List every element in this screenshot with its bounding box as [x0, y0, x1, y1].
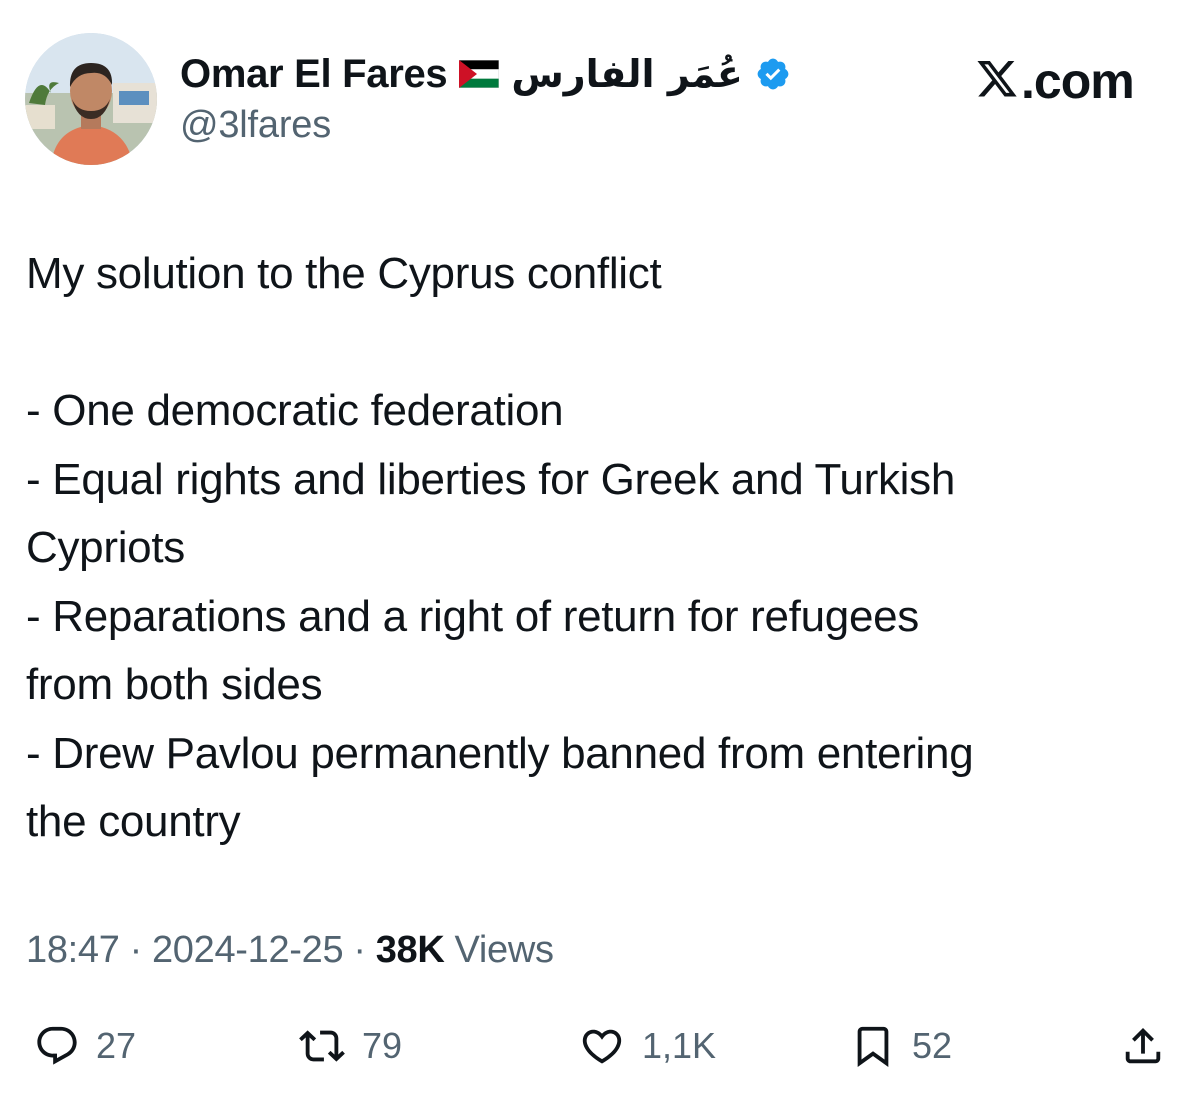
x-logo-icon — [977, 61, 1017, 97]
user-handle[interactable]: @3lfares — [180, 104, 331, 147]
reply-count: 27 — [96, 1025, 137, 1066]
tweet-line: - Equal rights and liberties for Greek a… — [26, 454, 956, 504]
retweet-count: 79 — [362, 1025, 403, 1066]
retweet-button[interactable]: 79 — [298, 1014, 402, 1078]
views-count: 38K — [375, 928, 445, 971]
tweet-date[interactable]: 2024-12-25 — [152, 929, 344, 972]
brand-domain-text: .com — [1021, 53, 1135, 109]
share-icon — [1125, 1027, 1161, 1064]
meta-separator: · — [353, 928, 366, 971]
like-button[interactable]: 1,1K — [578, 1014, 716, 1078]
tweet-time[interactable]: 18:47 — [26, 929, 120, 972]
tweet-line: My solution to the Cyprus conflict — [26, 249, 662, 298]
bookmark-icon — [857, 1026, 889, 1067]
verified-badge-icon[interactable] — [755, 56, 791, 92]
tweet-line: - Drew Pavlou permanently banned from en… — [26, 728, 974, 778]
bookmark-count: 52 — [912, 1025, 953, 1066]
x-brand: .com — [975, 52, 1135, 110]
reply-button[interactable]: 27 — [34, 1014, 136, 1078]
palestine-flag-icon — [459, 60, 500, 88]
tweet-meta: 18:47 · 2024-12-25 · 38K Views — [26, 924, 554, 976]
arabic-name: عُمَر الفارس — [511, 52, 743, 96]
tweet-line: Cypriots — [26, 523, 185, 572]
share-button[interactable] — [1120, 1014, 1166, 1078]
tweet-line: - Reparations and a right of return for … — [26, 591, 919, 641]
like-count: 1,1K — [642, 1025, 717, 1066]
reply-icon — [37, 1026, 77, 1065]
avatar-photo — [25, 33, 157, 165]
views-label: Views — [454, 928, 554, 971]
tweet-text: My solution to the Cyprus conflict - One… — [26, 240, 1176, 857]
tweet-line — [26, 309, 1176, 378]
display-name-text: Omar El Fares — [180, 51, 448, 96]
retweet-icon — [299, 1030, 345, 1062]
meta-separator: · — [129, 928, 143, 971]
action-bar: 27 79 1,1K 52 — [0, 1014, 1199, 1078]
like-icon — [582, 1029, 622, 1064]
tweet-line: the country — [26, 797, 241, 846]
bookmark-button[interactable]: 52 — [850, 1014, 952, 1078]
tweet-line: - One democratic federation — [26, 386, 564, 435]
tweet-line: from both sides — [26, 660, 323, 709]
avatar[interactable] — [25, 33, 157, 165]
display-name[interactable]: Omar El Fares عُمَر الفارس — [180, 48, 791, 100]
